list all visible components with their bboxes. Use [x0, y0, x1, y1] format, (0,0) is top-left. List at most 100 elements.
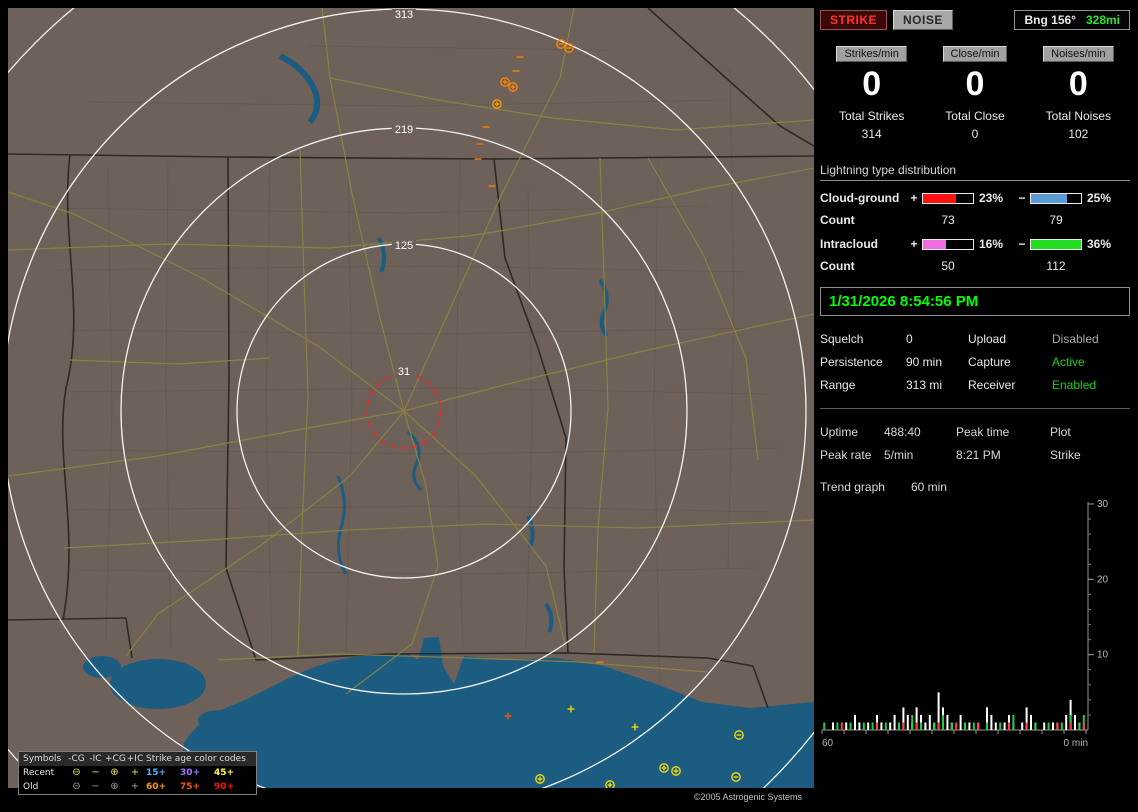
- intracloud-count-row: Count 50 112: [820, 259, 1130, 273]
- cg-plus-count: 73: [941, 213, 955, 227]
- squelch-label: Squelch: [820, 332, 864, 346]
- peak-time-label: Peak time: [956, 425, 1010, 439]
- peak-time-value: 8:21 PM: [956, 448, 1001, 462]
- radar-map[interactable]: 313 219 125 31: [8, 8, 814, 788]
- legend-header-row: Symbols -CG -IC +CG +IC Strike age color…: [19, 752, 256, 766]
- minus-sign: −: [1018, 237, 1026, 251]
- noise-toggle-button[interactable]: NOISE: [893, 10, 953, 30]
- capture-value: Active: [1052, 355, 1085, 369]
- total-close-label: Total Close: [945, 109, 1005, 123]
- trend-window-value: 60 min: [910, 480, 947, 494]
- range-label: Range: [820, 378, 856, 392]
- noises-per-min-value: 0: [1068, 65, 1088, 103]
- svg-text:0 min: 0 min: [1064, 738, 1088, 749]
- plus-cg-icon: ⊕: [110, 767, 119, 778]
- total-strikes-value: 314: [861, 127, 882, 141]
- squelch-value: 0: [906, 332, 913, 346]
- svg-text:30: 30: [1097, 500, 1109, 510]
- section-divider: [820, 408, 1130, 409]
- distribution-title: Lightning type distribution: [820, 163, 1130, 181]
- cg-minus-pct: 25%: [1087, 191, 1112, 205]
- total-strikes-label: Total Strikes: [838, 109, 905, 123]
- age-15: 15+: [146, 768, 167, 778]
- noises-per-min-label: Noises/min: [1043, 46, 1114, 62]
- svg-text:60: 60: [822, 738, 834, 749]
- legend-col-minus-cg: -CG: [68, 754, 85, 764]
- bearing-range-value: 328mi: [1085, 13, 1120, 27]
- cloud-ground-label: Cloud-ground: [820, 191, 900, 205]
- receiver-value: Enabled: [1052, 378, 1097, 392]
- bearing-value: Bng 156°: [1024, 13, 1076, 27]
- trend-graph: 10 20 30 60 0 min: [821, 500, 1109, 749]
- legend-symbols-header: Symbols: [23, 754, 62, 764]
- cg-minus-bar: [1030, 192, 1082, 204]
- map-legend: Symbols -CG -IC +CG +IC Strike age color…: [18, 751, 257, 795]
- ic-plus-pct: 16%: [979, 237, 1004, 251]
- strikes-per-min-label: Strikes/min: [836, 46, 907, 62]
- ic-plus-bar: [922, 238, 974, 250]
- peak-rate-label: Peak rate: [820, 448, 872, 462]
- cg-plus-bar: [922, 192, 974, 204]
- svg-text:10: 10: [1097, 650, 1109, 661]
- plus-sign: +: [910, 237, 918, 251]
- ic-minus-pct: 36%: [1087, 237, 1112, 251]
- legend-recent-label: Recent: [23, 768, 55, 778]
- strikes-per-min-value: 0: [862, 65, 882, 103]
- copyright-text: ©2005 Astrogenic Systems: [693, 792, 802, 802]
- count-label: Count: [820, 259, 855, 273]
- trend-graph-header: Trend graph 60 min: [820, 480, 1130, 494]
- cg-plus-pct: 23%: [979, 191, 1004, 205]
- ic-minus-bar: [1030, 238, 1082, 250]
- status-grid: Squelch 0 Upload Disabled Persistence 90…: [820, 332, 1130, 392]
- peak-rate-value: 5/min: [884, 448, 914, 462]
- minus-cg-icon: ⊖: [72, 767, 81, 778]
- legend-col-plus-ic: +IC: [126, 754, 144, 764]
- datetime-value: 1/31/2026 8:54:56 PM: [829, 293, 979, 310]
- receiver-label: Receiver: [968, 378, 1016, 392]
- cg-minus-count: 79: [1049, 213, 1063, 227]
- strikes-counter: Strikes/min 0 Total Strikes 314: [820, 46, 923, 141]
- total-close-value: 0: [971, 127, 979, 141]
- intracloud-label: Intracloud: [820, 237, 879, 251]
- plot-value: Strike: [1050, 448, 1081, 462]
- close-per-min-value: 0: [965, 65, 985, 103]
- close-per-min-label: Close/min: [942, 46, 1008, 62]
- legend-col-plus-cg: +CG: [105, 754, 126, 764]
- plot-label: Plot: [1050, 425, 1071, 439]
- capture-label: Capture: [968, 355, 1011, 369]
- uptime-label: Uptime: [820, 425, 859, 439]
- age-45: 45+: [214, 768, 235, 778]
- ic-plus-count: 50: [941, 259, 955, 273]
- count-label: Count: [820, 213, 855, 227]
- trend-graph-label: Trend graph: [820, 480, 885, 494]
- stats-grid: Uptime 488:40 Peak time Plot Peak rate 5…: [820, 425, 1130, 462]
- legend-age-header: Strike age color codes: [146, 754, 246, 764]
- close-counter: Close/min 0 Total Close 0: [923, 46, 1026, 141]
- map-canvas: [8, 8, 814, 788]
- persistence-label: Persistence: [820, 355, 883, 369]
- strike-toggle-button[interactable]: STRIKE: [820, 10, 888, 30]
- intracloud-row: Intracloud + 16% − 36%: [820, 237, 1130, 251]
- upload-label: Upload: [968, 332, 1007, 346]
- range-value: 313 mi: [906, 378, 943, 392]
- cloud-ground-row: Cloud-ground + 23% − 25%: [820, 191, 1130, 205]
- legend-col-minus-ic: -IC: [89, 754, 102, 764]
- legend-recent-row: Recent ⊖ − ⊕ + 15+ 30+ 45+: [19, 766, 256, 780]
- control-panel: STRIKE NOISE Bng 156° 328mi Strikes/min …: [820, 10, 1130, 804]
- upload-value: Disabled: [1052, 332, 1099, 346]
- plus-ic-icon: +: [130, 767, 140, 778]
- plus-sign: +: [910, 191, 918, 205]
- bearing-display: Bng 156° 328mi: [1014, 10, 1130, 30]
- minus-ic-icon: −: [91, 767, 100, 778]
- noises-counter: Noises/min 0 Total Noises 102: [1027, 46, 1130, 141]
- ic-minus-count: 112: [1046, 259, 1066, 273]
- total-noises-value: 102: [1068, 127, 1089, 141]
- minus-sign: −: [1018, 191, 1026, 205]
- cloud-ground-count-row: Count 73 79: [820, 213, 1130, 227]
- mode-toolbar: STRIKE NOISE Bng 156° 328mi: [820, 10, 1130, 30]
- total-noises-label: Total Noises: [1045, 109, 1112, 123]
- uptime-value: 488:40: [884, 425, 921, 439]
- app-window: 313 219 125 31 Symbols -CG -IC +CG +IC Stri…: [0, 0, 1138, 812]
- svg-text:20: 20: [1097, 574, 1109, 585]
- rate-counters: Strikes/min 0 Total Strikes 314 Close/mi…: [820, 46, 1130, 141]
